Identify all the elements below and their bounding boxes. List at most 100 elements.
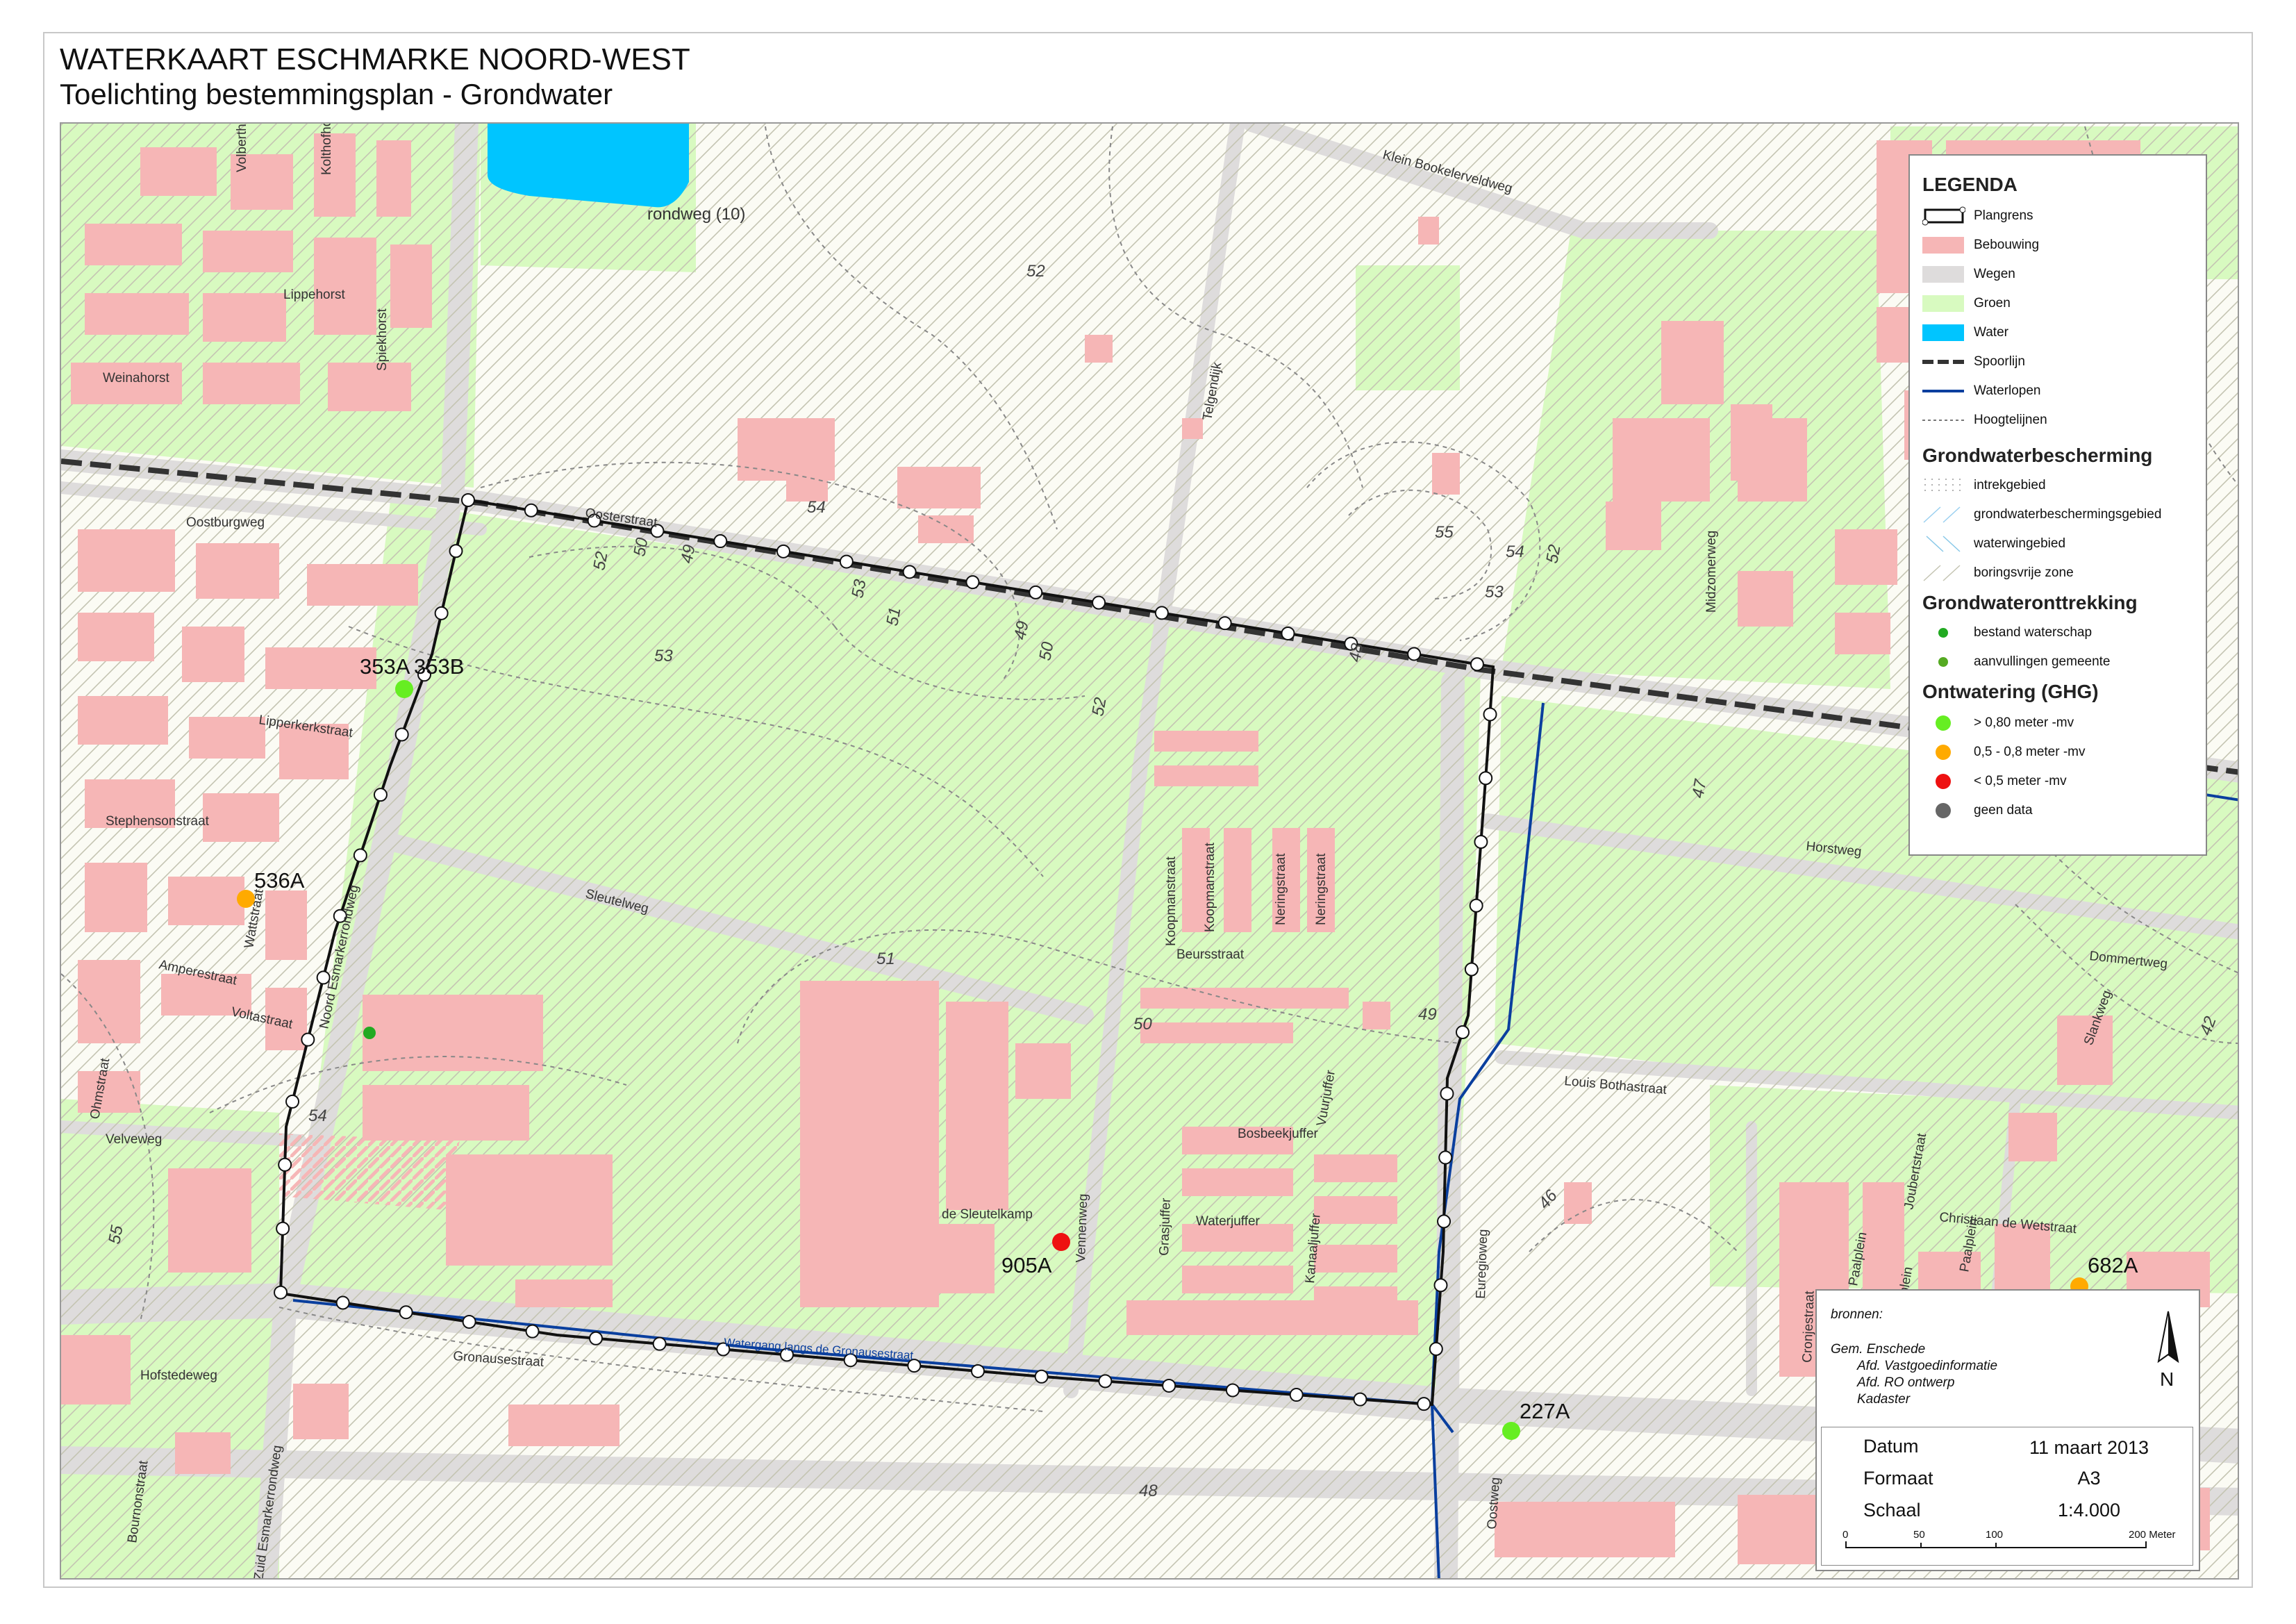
legend-item-bescherming: intrekgebied (1922, 474, 2046, 497)
abstraction-well-dot[interactable] (363, 1027, 376, 1039)
street-beursstraat: Beursstraat (1176, 947, 1245, 962)
legend-section-onttrekking: Grondwateronttrekking (1922, 592, 2138, 613)
waterlopen-icon (1922, 381, 1965, 401)
contour-label: 51 (883, 606, 904, 627)
street-cronjestraat: Cronjestraat (1800, 1290, 1817, 1363)
bebouwing-icon (1922, 235, 1965, 256)
boundary-vertex (970, 1364, 985, 1378)
formaat-label: Formaat (1863, 1468, 1933, 1489)
scalebar-label: 0 (1842, 1529, 1849, 1541)
contour-label: 52 (590, 550, 611, 572)
boundary-vertex (1469, 898, 1483, 913)
boundary-vertex (274, 1285, 288, 1300)
legend-label: grondwaterbeschermingsgebied (1974, 507, 2162, 522)
street-spiekhorst: Spiekhorst (375, 308, 390, 371)
street-velveweg: Velveweg (106, 1132, 162, 1147)
boundary-vertex (1479, 771, 1493, 786)
legend-label: Hoogtelijnen (1974, 413, 2047, 427)
boundary-vertex (335, 1295, 350, 1310)
boundary-vertex (652, 1336, 667, 1351)
well-label: 536A (254, 868, 305, 893)
boundary-vertex (373, 788, 388, 802)
boundary-vertex (1154, 606, 1169, 620)
legend-item-basis: Bebouwing (1922, 233, 2039, 257)
well-orange-icon (1922, 742, 1965, 763)
scalebar-tick (1845, 1541, 1847, 1548)
boundary-vertex (1440, 1086, 1454, 1101)
legend-item-basis: Spoorlijn (1922, 350, 2025, 374)
map-subtitle: Toelichting bestemmingsplan - Grondwater (60, 78, 613, 110)
dot-gemeente-icon (1922, 652, 1965, 672)
boundary-vertex (588, 1331, 603, 1345)
legend-item-bescherming: grondwaterbeschermingsgebied (1922, 503, 2161, 527)
contour-label: 50 (630, 536, 651, 558)
hatch-grey-icon (1922, 563, 1965, 583)
contour-label: 52 (1088, 696, 1110, 718)
scalebar-label: 200 Meter (2129, 1529, 2176, 1541)
source-line: Afd. Vastgoedinformatie (1857, 1359, 1998, 1373)
well-green-icon (1922, 713, 1965, 734)
well-536A-marker[interactable] (237, 890, 255, 908)
hatch-cyan-icon (1922, 533, 1965, 554)
source-line: Afd. RO ontwerp (1857, 1375, 1955, 1390)
street-lippehorst: Lippehorst (283, 288, 345, 302)
boundary-vertex (399, 1305, 413, 1320)
boundary-vertex (301, 1032, 315, 1047)
contour-label: 52 (1026, 262, 1045, 281)
legend-label: Water (1974, 325, 2008, 340)
meta-box: Datum 11 maart 2013 Formaat A3 Schaal 1:… (1821, 1427, 2193, 1566)
contour-label: 53 (1485, 583, 1504, 602)
street-de-sleutelkamp: de Sleutelkamp (942, 1207, 1033, 1222)
boundary-vertex (1470, 657, 1484, 672)
boundary-vertex (525, 1324, 540, 1339)
legend-label: geen data (1974, 803, 2033, 818)
legend-item-bescherming: waterwingebied (1922, 532, 2065, 556)
boundary-vertex (394, 727, 409, 742)
contour-label: 49 (1418, 1005, 1437, 1024)
scalebar-tick (2145, 1541, 2147, 1548)
boundary-vertex (276, 1221, 290, 1236)
boundary-vertex (1034, 1369, 1049, 1384)
street-oostburgweg: Oostburgweg (186, 515, 265, 530)
boundary-vertex (1281, 626, 1295, 640)
boundary-vertex (1455, 1025, 1470, 1040)
well-227A-marker[interactable] (1502, 1422, 1520, 1440)
contour-label: 50 (1035, 640, 1057, 662)
dots-icon (1922, 475, 1965, 496)
boundary-vertex (1437, 1214, 1451, 1229)
boundary-vertex (1474, 835, 1488, 850)
legend-label: Spoorlijn (1974, 354, 2025, 369)
legend-label: bestand waterschap (1974, 625, 2093, 640)
street-bosbeekjuffer: Bosbeekjuffer (1238, 1127, 1319, 1141)
street-hofstedeweg: Hofstedeweg (140, 1368, 217, 1383)
boundary-vertex (776, 544, 791, 558)
boundary-vertex (461, 493, 475, 507)
scalebar-label: 100 (1986, 1529, 2004, 1541)
scalebar-tick (1995, 1543, 1997, 1548)
well-905A-marker[interactable] (1052, 1233, 1070, 1251)
street-weinahorst: Weinahorst (103, 371, 169, 386)
contour-label: 53 (848, 577, 870, 599)
well-grey-icon (1922, 800, 1965, 821)
boundary-vertex (902, 565, 917, 579)
boundary-vertex (1407, 647, 1422, 661)
boundary-vertex (965, 575, 980, 590)
boundary-vertex (839, 554, 854, 569)
legend-item-onttrekking: aanvullingen gemeente (1922, 650, 2111, 674)
hoogtelijnen-icon (1922, 410, 1965, 431)
legend-label: Wegen (1974, 267, 2015, 281)
legend-label: aanvullingen gemeente (1974, 654, 2111, 669)
contour-label: 52 (1542, 543, 1564, 565)
well-353A-marker[interactable] (395, 680, 413, 698)
boundary-vertex (1098, 1374, 1113, 1389)
well-label: 227A (1520, 1399, 1570, 1423)
formaat-value: A3 (2077, 1468, 2101, 1489)
scalebar-label: 50 (1913, 1529, 1925, 1541)
datum-value: 11 maart 2013 (2029, 1437, 2149, 1458)
street-stephensonstraat: Stephensonstraat (106, 814, 210, 829)
contour-label: 49 (1010, 620, 1032, 641)
legend-section-bescherming: Grondwaterbescherming (1922, 445, 2153, 466)
contour-label: 55 (1435, 523, 1454, 542)
boundary-vertex (1225, 1383, 1240, 1398)
legend-item-ontwatering: > 0,80 meter -mv (1922, 711, 2074, 735)
